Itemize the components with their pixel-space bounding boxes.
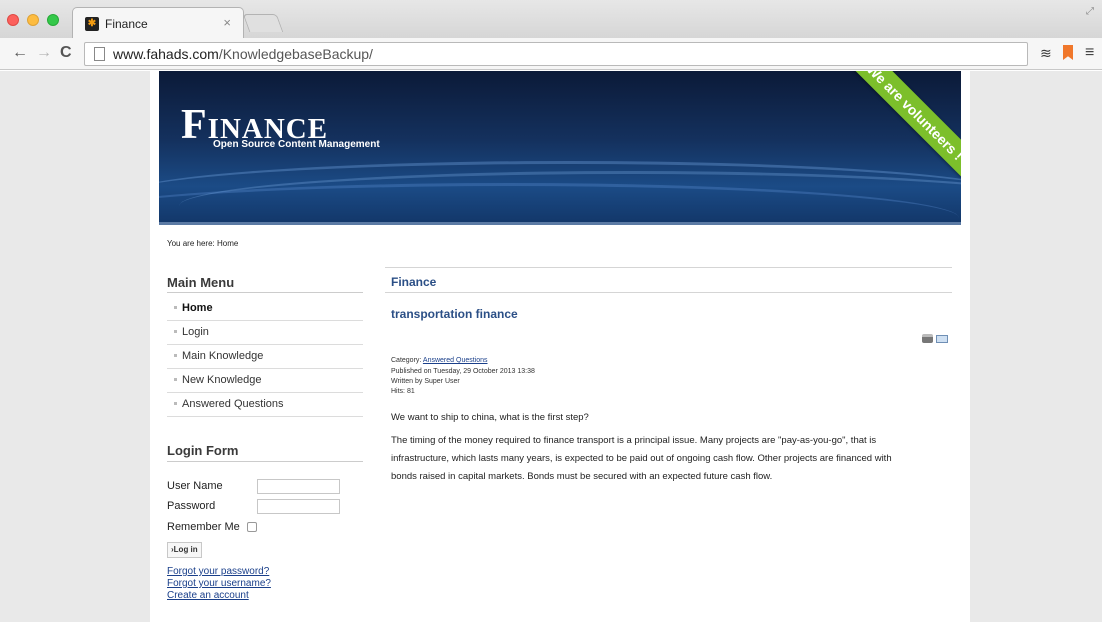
article-paragraph-line: The timing of the money required to fina… [391, 435, 877, 446]
new-tab-button[interactable] [242, 14, 284, 32]
bullet-icon [174, 354, 177, 357]
volunteers-ribbon: We are volunteers ! [849, 71, 961, 178]
article-published-date: Published on Tuesday, 29 October 2013 13… [391, 368, 535, 375]
main-menu-heading: Main Menu [167, 275, 235, 290]
article-title[interactable]: transportation finance [391, 307, 518, 321]
chrome-menu-icon[interactable]: ≡ [1085, 45, 1094, 61]
menu-item-login[interactable]: Login [167, 321, 363, 345]
category-link[interactable]: Answered Questions [423, 357, 488, 364]
username-input[interactable] [257, 479, 340, 494]
create-account-link[interactable]: Create an account [167, 590, 249, 601]
bullet-icon [174, 330, 177, 333]
login-button[interactable]: ›Log in [167, 542, 202, 558]
remember-me-checkbox[interactable] [247, 522, 257, 532]
minimize-window-button[interactable] [27, 14, 39, 26]
menu-item-main-knowledge[interactable]: Main Knowledge [167, 345, 363, 369]
article-question: We want to ship to china, what is the fi… [391, 412, 589, 423]
bullet-icon [174, 378, 177, 381]
content-heading-divider [385, 292, 952, 293]
article-author: Written by Super User [391, 378, 460, 385]
menu-item-label[interactable]: Home [182, 302, 213, 314]
layers-extension-icon[interactable]: ≋ [1040, 45, 1052, 61]
menu-item-label[interactable]: Main Knowledge [182, 350, 263, 362]
article-hits: Hits: 81 [391, 388, 415, 395]
article-paragraph-line: bonds raised in capital markets. Bonds m… [391, 471, 773, 482]
forgot-password-link[interactable]: Forgot your password? [167, 566, 269, 577]
forgot-username-link[interactable]: Forgot your username? [167, 578, 271, 589]
article-paragraph-line: infrastructure, which lasts many years, … [391, 453, 892, 464]
content-top-divider [385, 267, 952, 268]
category-label: Category: [391, 357, 423, 364]
tab-title: Finance [105, 17, 148, 31]
password-input[interactable] [257, 499, 340, 514]
print-icon[interactable] [922, 334, 933, 343]
breadcrumb: You are here: Home [167, 239, 239, 248]
address-bar[interactable]: www.fahads.com/KnowledgebaseBackup/ [84, 42, 1028, 66]
fullscreen-icon[interactable]: ⤢ [1086, 6, 1094, 17]
back-arrow-icon[interactable]: ← [12, 44, 28, 62]
url-text[interactable]: www.fahads.com/KnowledgebaseBackup/ [113, 46, 373, 62]
menu-item-answered-questions[interactable]: Answered Questions [167, 393, 363, 417]
zoom-window-button[interactable] [47, 14, 59, 26]
login-form-divider [167, 461, 363, 462]
username-label: User Name [167, 480, 223, 492]
menu-item-new-knowledge[interactable]: New Knowledge [167, 369, 363, 393]
reload-icon[interactable]: C [60, 44, 72, 62]
close-window-button[interactable] [7, 14, 19, 26]
banner-divider [159, 222, 961, 225]
content-heading: Finance [391, 275, 437, 289]
password-label: Password [167, 500, 216, 512]
joomla-favicon-icon: ✱ [85, 17, 99, 31]
article-category: Category: Answered Questions [391, 357, 488, 364]
email-icon[interactable] [936, 335, 948, 343]
page-icon [94, 47, 105, 61]
bookmark-extension-icon[interactable] [1063, 45, 1073, 60]
menu-item-label[interactable]: Login [182, 326, 209, 338]
remember-me-label: Remember Me [167, 521, 240, 533]
browser-toolbar: ← → C www.fahads.com/KnowledgebaseBackup… [0, 38, 1102, 70]
menu-item-home[interactable]: Home [167, 297, 363, 321]
bullet-icon [174, 402, 177, 405]
url-host: www.fahads.com [113, 46, 219, 62]
site-logo-subtitle: Open Source Content Management [213, 139, 380, 150]
login-form-heading: Login Form [167, 443, 239, 458]
browser-tab[interactable]: ✱ Finance × [72, 7, 244, 38]
menu-item-label[interactable]: New Knowledge [182, 374, 262, 386]
main-menu-divider [167, 292, 363, 293]
tab-close-icon[interactable]: × [223, 15, 231, 31]
bullet-icon [174, 306, 177, 309]
forward-arrow-icon[interactable]: → [36, 44, 52, 62]
menu-item-label[interactable]: Answered Questions [182, 398, 284, 410]
url-path: /KnowledgebaseBackup/ [218, 46, 373, 62]
browser-tab-bar: ✱ Finance × ⤢ [0, 0, 1102, 38]
site-banner: Finance Open Source Content Management W… [159, 71, 961, 225]
